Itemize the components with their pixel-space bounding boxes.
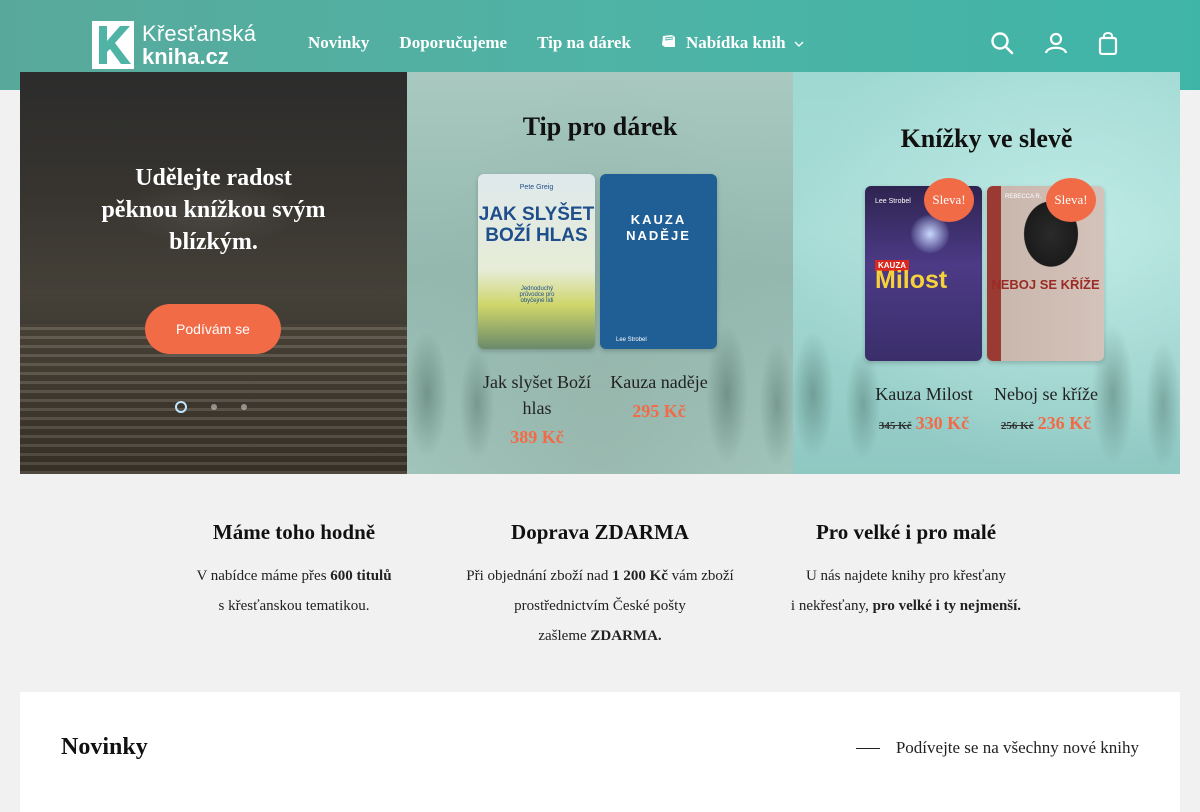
new-price: 330 Kč	[915, 413, 970, 433]
search-icon[interactable]	[990, 31, 1014, 60]
nav-doporucujeme[interactable]: Doporučujeme	[399, 33, 507, 53]
product-name[interactable]: Kauza Milost	[865, 381, 983, 407]
main-nav: Novinky Doporučujeme Tip na dárek Nabídk…	[308, 33, 834, 53]
header-icons	[990, 31, 1148, 60]
logo-line-2: kniha.cz	[142, 44, 229, 69]
slider-dot-3[interactable]	[241, 404, 247, 410]
feature-shipping: Doprava ZDARMA Při objednání zboží nad 1…	[447, 520, 753, 651]
cover-title: KAUZA NADĚJE	[626, 212, 691, 243]
cover-author: Lee Strobel	[616, 337, 647, 343]
cover-author: Pete Greig	[519, 184, 554, 191]
product-card[interactable]: Pete Greig JAK SLYŠET BOŽÍ HLAS Jednoduc…	[478, 174, 596, 448]
section-title: Novinky	[61, 734, 148, 760]
cover-subtitle: Jednoduchý průvodce pro obyčejné lidi	[519, 286, 555, 304]
product-price: 345 Kč 330 Kč	[865, 413, 983, 434]
nav-label: Nabídka knih	[685, 33, 786, 52]
link-line-decoration	[855, 747, 880, 749]
sale-title: Knížky ve slevě	[900, 124, 1073, 153]
hero-section: Udělejte radost pěknou knížkou svým blíz…	[20, 72, 1180, 474]
cover-title: NEBOJ SE KŘÍŽE	[991, 277, 1100, 292]
cover-title: Milost	[875, 266, 948, 294]
nav-novinky[interactable]: Novinky	[308, 33, 369, 53]
feature-text: U nás najdete knihy pro křesťany i nekře…	[790, 568, 1022, 614]
product-price: 256 Kč 236 Kč	[987, 413, 1105, 434]
feature-title: Doprava ZDARMA	[511, 520, 689, 544]
book-cover[interactable]: KAUZA NADĚJE Lee Strobel	[600, 174, 717, 349]
feature-audience: Pro velké i pro malé U nás najdete knihy…	[753, 520, 1059, 651]
novinky-section: Novinky Podívejte se na všechny nové kni…	[20, 692, 1180, 812]
feature-catalog: Máme toho hodně V nabídce máme přes 600 …	[141, 520, 447, 651]
all-new-books-link[interactable]: Podívejte se na všechny nové knihy	[855, 738, 1139, 758]
product-card[interactable]: KAUZA NADĚJE Lee Strobel Kauza naděje 29…	[600, 174, 718, 422]
product-price: 389 Kč	[510, 427, 564, 447]
nav-label: Tip na dárek	[537, 33, 631, 52]
nav-label: Novinky	[308, 33, 370, 52]
feature-text: Při objednání zboží nad 1 200 Kč vám zbo…	[466, 568, 734, 644]
book-icon	[661, 33, 676, 53]
chevron-down-icon	[794, 33, 804, 53]
gift-tip-panel: Tip pro dárek Pete Greig JAK SLYŠET BOŽÍ…	[407, 72, 793, 474]
product-name[interactable]: Jak slyšet Boží hlas	[478, 369, 596, 421]
link-label: Podívejte se na všechny nové knihy	[895, 738, 1139, 757]
feature-text: V nabídce máme přes 600 titulů s křesťan…	[196, 568, 392, 614]
product-name[interactable]: Neboj se kříže	[987, 381, 1105, 407]
old-price: 345 Kč	[878, 420, 912, 432]
feature-title: Máme toho hodně	[212, 520, 376, 544]
sale-badge: Sleva!	[924, 178, 974, 222]
feature-title: Pro velké i pro malé	[815, 520, 997, 544]
hero-headline: Udělejte radost pěknou knížkou svým blíz…	[101, 165, 326, 255]
account-icon[interactable]	[1044, 31, 1068, 60]
product-card[interactable]: Lee Strobel KAUZA Milost Kauza Milost 34…	[865, 186, 983, 434]
slider-dot-2[interactable]	[211, 404, 217, 410]
book-cover[interactable]: Pete Greig JAK SLYŠET BOŽÍ HLAS Jednoduc…	[478, 174, 595, 349]
cart-icon[interactable]	[1098, 31, 1118, 60]
cover-author: Lee Strobel	[875, 198, 911, 205]
nav-nabidka-knih[interactable]: Nabídka knih	[661, 33, 804, 53]
nav-label: Doporučujeme	[399, 33, 508, 52]
logo-text: Křesťanská kniha.cz	[142, 22, 256, 68]
slider-dots	[175, 401, 271, 413]
cover-author: REBECCA R.	[1005, 194, 1042, 200]
logo-line-1: Křesťanská	[142, 21, 257, 46]
slider-dot-1[interactable]	[175, 401, 187, 413]
new-price: 236 Kč	[1037, 413, 1092, 433]
gift-tip-title: Tip pro dárek	[522, 112, 678, 141]
sale-panel: Knížky ve slevě Lee Strobel KAUZA Milost…	[793, 72, 1180, 474]
sale-badge: Sleva!	[1046, 178, 1096, 222]
product-price: 295 Kč	[632, 401, 686, 421]
logo-k-icon	[92, 21, 134, 69]
cover-title: JAK SLYŠET BOŽÍ HLAS	[478, 204, 595, 246]
product-name[interactable]: Kauza naděje	[600, 369, 718, 395]
old-price: 256 Kč	[1000, 420, 1034, 432]
look-button[interactable]: Podívám se	[145, 304, 281, 354]
features-row: Máme toho hodně V nabídce máme přes 600 …	[141, 520, 1059, 651]
product-card[interactable]: REBECCA R. NEBOJ SE KŘÍŽE Neboj se kříže…	[987, 186, 1105, 434]
hero-slider: Udělejte radost pěknou knížkou svým blíz…	[20, 72, 407, 474]
site-logo[interactable]: Křesťanská kniha.cz	[92, 20, 264, 70]
nav-tip-na-darek[interactable]: Tip na dárek	[537, 33, 631, 53]
